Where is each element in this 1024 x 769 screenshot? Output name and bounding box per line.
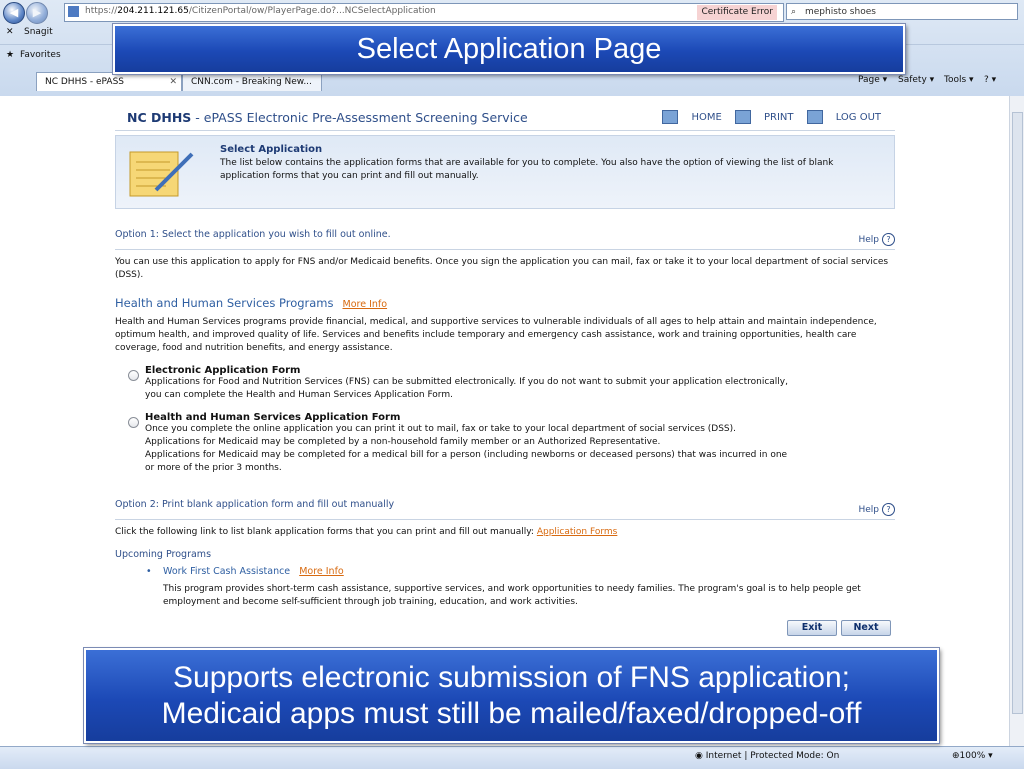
intro-box: Select Application The list below contai…: [115, 135, 895, 209]
back-icon[interactable]: ◀: [3, 2, 25, 24]
tab-label: NC DHHS - ePASS: [45, 77, 124, 87]
site-header: NC DHHS - ePASS Electronic Pre-Assessmen…: [115, 104, 895, 131]
option2-help[interactable]: Help?: [858, 503, 895, 516]
work-first-more-info-link[interactable]: More Info: [299, 566, 344, 577]
status-bar: ◉ Internet | Protected Mode: On ⊕100% ▾: [0, 746, 1024, 769]
url-text: https://204.211.121.65/CitizenPortal/ow/…: [85, 6, 436, 16]
tab-nc-dhhs[interactable]: NC DHHS - ePASS ✕: [36, 72, 182, 91]
help-icon: ?: [882, 233, 895, 246]
next-button[interactable]: Next: [841, 620, 891, 636]
help-menu[interactable]: ? ▾: [984, 75, 996, 85]
favorites-button[interactable]: Favorites: [20, 50, 61, 60]
hhs-form-radio[interactable]: [128, 417, 139, 428]
address-row: ◀ ▶ https://204.211.121.65/CitizenPortal…: [0, 0, 1024, 24]
intro-text: The list below contains the application …: [220, 158, 834, 181]
electronic-form-label: Electronic Application Form: [145, 365, 301, 376]
certificate-error-badge[interactable]: Certificate Error: [697, 5, 777, 20]
work-first-desc: This program provides short-term cash as…: [163, 584, 861, 607]
print-icon: [734, 110, 751, 124]
option1-heading-text: Option 1: Select the application you wis…: [115, 229, 391, 240]
home-icon: [662, 110, 679, 124]
option2-heading-text: Option 2: Print blank application form a…: [115, 499, 395, 510]
security-zone[interactable]: ◉ Internet | Protected Mode: On: [695, 751, 839, 761]
option1-help[interactable]: Help?: [858, 233, 895, 246]
forward-icon[interactable]: ▶: [26, 2, 48, 24]
notepad-icon: [129, 151, 194, 197]
zoom-level[interactable]: ⊕100% ▾: [952, 751, 993, 761]
divider: [115, 519, 895, 520]
address-bar[interactable]: https://204.211.121.65/CitizenPortal/ow/…: [64, 3, 784, 22]
logout-icon: [806, 110, 823, 124]
caption-line: Medicaid apps must still be mailed/faxed…: [161, 697, 862, 730]
upcoming-heading: Upcoming Programs: [115, 549, 212, 560]
site-brand: NC DHHS - ePASS Electronic Pre-Assessmen…: [127, 110, 528, 125]
option2-heading: Option 2: Print blank application form a…: [115, 499, 895, 516]
close-toolbar-icon[interactable]: ✕: [6, 27, 14, 37]
hhs-form-desc: Once you complete the online application…: [145, 424, 788, 473]
slide-caption: Supports electronic submission of FNS ap…: [84, 648, 939, 743]
electronic-form-radio[interactable]: [128, 370, 139, 381]
electronic-form-desc: Applications for Food and Nutrition Serv…: [145, 377, 788, 400]
intro-title: Select Application: [220, 144, 323, 155]
hhs-title: Health and Human Services Programs: [115, 296, 334, 310]
hhs-form-label: Health and Human Services Application Fo…: [145, 412, 401, 423]
page-menu[interactable]: Page ▾: [858, 75, 887, 85]
snagit-button[interactable]: Snagit: [24, 27, 53, 37]
caption-line: Supports electronic submission of FNS ap…: [173, 661, 850, 694]
exit-button[interactable]: Exit: [787, 620, 837, 636]
tab-cnn[interactable]: CNN.com - Breaking New...: [182, 72, 322, 91]
safety-menu[interactable]: Safety ▾: [898, 75, 934, 85]
search-value: mephisto shoes: [805, 7, 876, 17]
option1-heading: Option 1: Select the application you wis…: [115, 229, 895, 246]
page-icon: [68, 6, 79, 17]
print-link[interactable]: PRINT: [734, 110, 794, 124]
electronic-form-option[interactable]: Electronic Application Form Applications…: [115, 365, 895, 402]
slide-title: Select Application Page: [113, 24, 905, 74]
work-first-item: • Work First Cash Assistance More Info T…: [115, 566, 895, 609]
home-link[interactable]: HOME: [662, 110, 722, 124]
logout-link[interactable]: LOG OUT: [806, 110, 881, 124]
bullet-icon: •: [146, 566, 152, 577]
help-icon: ?: [882, 503, 895, 516]
nav-buttons: Exit Next: [783, 620, 891, 636]
star-icon: ★: [6, 50, 15, 60]
close-tab-icon[interactable]: ✕: [169, 73, 177, 92]
tools-menu[interactable]: Tools ▾: [944, 75, 974, 85]
option1-body: You can use this application to apply fo…: [115, 257, 889, 280]
option2-body: Click the following link to list blank a…: [115, 527, 618, 537]
hhs-body: Health and Human Services programs provi…: [115, 317, 877, 353]
divider: [115, 249, 895, 250]
work-first-name: Work First Cash Assistance: [163, 566, 291, 577]
epass-page: NC DHHS - ePASS Electronic Pre-Assessmen…: [115, 104, 895, 636]
search-icon: ⌕: [791, 7, 797, 17]
header-links: HOME PRINT LOG OUT: [652, 110, 881, 124]
vertical-scrollbar[interactable]: [1009, 96, 1024, 746]
hhs-section-title: Health and Human Services Programs More I…: [115, 296, 895, 310]
hhs-more-info-link[interactable]: More Info: [343, 299, 388, 310]
search-input[interactable]: ⌕ mephisto shoes: [786, 3, 1018, 20]
tab-label: CNN.com - Breaking New...: [191, 77, 312, 87]
scrollbar-thumb[interactable]: [1012, 112, 1023, 714]
globe-icon: ◉: [695, 751, 706, 761]
application-forms-link[interactable]: Application Forms: [537, 527, 618, 537]
zoom-icon: ⊕: [952, 751, 960, 761]
hhs-form-option[interactable]: Health and Human Services Application Fo…: [115, 412, 895, 475]
